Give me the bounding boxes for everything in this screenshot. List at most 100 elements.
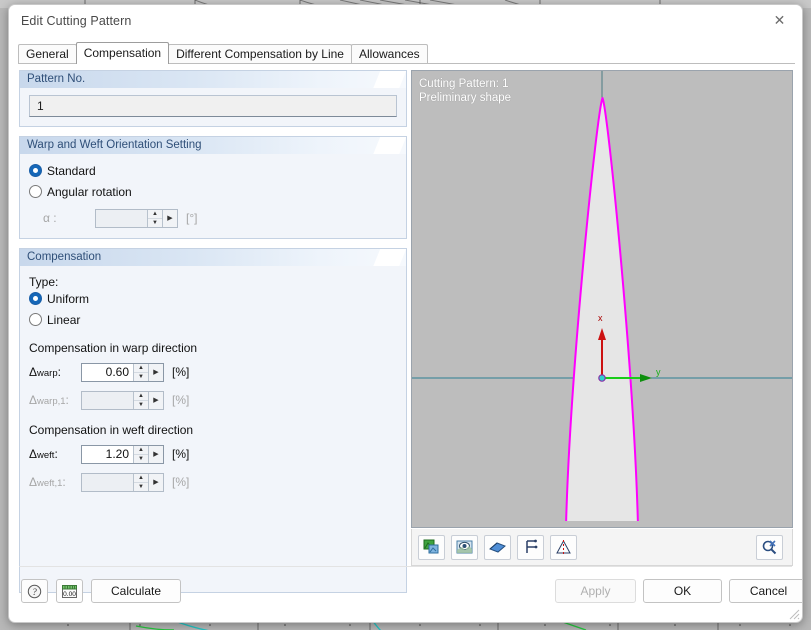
warp-secondary-label-sub: warp,1 [37,396,66,407]
warp-secondary-value[interactable] [82,392,133,409]
alpha-row: α : ▲ ▼ ▶ [°] [43,207,397,229]
warp-primary-spinner-arrows[interactable]: ▲ ▼ [133,363,148,381]
radio-angular-rotation-indicator [29,185,42,198]
warp-secondary-spinner-up-icon[interactable]: ▲ [134,392,148,401]
warp-secondary-spinner-down-icon[interactable]: ▼ [134,401,148,409]
weft-secondary-more-icon[interactable]: ▶ [148,473,163,491]
weft-secondary-label-main: Δ [29,475,38,489]
group-compensation-title: Compensation [27,251,102,263]
weft-primary-value[interactable]: 1.20 [82,446,133,463]
apply-button[interactable]: Apply [555,579,636,603]
group-compensation: Compensation Type: Uniform Linear Compen… [19,248,407,593]
radio-linear[interactable]: Linear [29,310,397,329]
warp-secondary-row: Δwarp,1 : ▲ ▼ ▶ [%] [29,389,397,411]
alpha-unit: [°] [186,211,198,225]
alpha-spinner[interactable]: ▲ ▼ ▶ [95,208,178,228]
radio-angular-rotation-label: Angular rotation [47,184,132,199]
viewport-caption-line2: Preliminary shape [419,92,512,104]
alpha-spinner-up-icon[interactable]: ▲ [148,210,162,219]
alpha-more-icon[interactable]: ▶ [162,209,177,227]
radio-standard-indicator [29,164,42,177]
tab-different-compensation-by-line[interactable]: Different Compensation by Line [168,44,352,64]
pattern-no-field[interactable]: 1 [29,95,397,117]
weft-secondary-spinner-up-icon[interactable]: ▲ [134,474,148,483]
warp-primary-value[interactable]: 0.60 [82,364,133,381]
warp-primary-unit: [%] [172,365,190,379]
render-mode-icon[interactable] [418,534,445,560]
weft-secondary-label: Δweft,1 : [29,475,81,489]
weft-secondary-row: Δweft,1 : ▲ ▼ ▶ [%] [29,471,397,493]
zoom-reset-icon[interactable] [756,534,783,560]
svg-text:y: y [656,367,661,377]
window-title: Edit Cutting Pattern [21,14,132,28]
weft-primary-label-main: Δ [29,447,38,461]
warp-primary-spinner-down-icon[interactable]: ▼ [134,373,148,381]
edit-cutting-pattern-dialog: Edit Cutting Pattern ✕ General Compensat… [8,4,803,623]
weft-secondary-spinner[interactable]: ▲ ▼ ▶ [81,472,164,492]
units-button[interactable]: 0.00 [56,579,83,603]
warp-secondary-label-main: Δ [29,393,38,407]
warp-primary-label-colon: : [57,365,61,379]
tab-strip: General Compensation Different Compensat… [18,42,428,64]
alpha-spinner-down-icon[interactable]: ▼ [148,219,162,227]
axes-icon[interactable] [517,534,544,560]
ok-button[interactable]: OK [643,579,722,603]
weft-primary-spinner-up-icon[interactable]: ▲ [134,446,148,455]
help-button[interactable]: ? [21,579,48,603]
weft-primary-more-icon[interactable]: ▶ [148,445,163,463]
weft-primary-label-sub: weft [37,450,55,461]
weft-primary-spinner-arrows[interactable]: ▲ ▼ [133,445,148,463]
group-orientation: Warp and Weft Orientation Setting Standa… [19,136,407,239]
calculate-button[interactable]: Calculate [91,579,181,603]
group-compensation-body: Type: Uniform Linear Compensation in war… [20,266,406,502]
warp-secondary-label-colon: : [65,393,69,407]
warp-primary-row: Δwarp : 0.60 ▲ ▼ ▶ [%] [29,361,397,383]
alpha-spinner-arrows[interactable]: ▲ ▼ [147,209,162,227]
pattern-graphic: x y [412,71,792,521]
warp-section-label: Compensation in warp direction [29,341,198,355]
weft-secondary-label-colon: : [62,475,66,489]
radio-uniform[interactable]: Uniform [29,289,397,308]
weft-primary-spinner-down-icon[interactable]: ▼ [134,455,148,463]
group-compensation-header: Compensation [20,249,406,266]
type-label: Type: [29,275,59,289]
title-bar: Edit Cutting Pattern ✕ [9,5,802,37]
warp-primary-label: Δwarp : [29,365,81,379]
radio-linear-label: Linear [47,312,81,327]
resize-grip-icon[interactable] [786,606,800,620]
weft-primary-label-colon: : [54,447,58,461]
weft-secondary-spinner-down-icon[interactable]: ▼ [134,483,148,491]
weft-primary-row: Δweft : 1.20 ▲ ▼ ▶ [%] [29,443,397,465]
group-pattern-no-title: Pattern No. [27,73,86,85]
close-icon[interactable]: ✕ [757,5,802,36]
weft-secondary-value[interactable] [82,474,133,491]
view-preview-icon[interactable] [451,534,478,560]
warp-secondary-spinner[interactable]: ▲ ▼ ▶ [81,390,164,410]
cancel-button[interactable]: Cancel [729,579,802,603]
warp-secondary-spinner-arrows[interactable]: ▲ ▼ [133,391,148,409]
weft-section-label: Compensation in weft direction [29,423,194,437]
warp-secondary-label: Δwarp,1 : [29,393,81,407]
weft-secondary-spinner-arrows[interactable]: ▲ ▼ [133,473,148,491]
tab-general[interactable]: General [18,44,77,64]
surface-icon[interactable] [484,534,511,560]
tab-compensation[interactable]: Compensation [75,42,170,64]
warp-primary-label-main: Δ [29,365,38,379]
alpha-value[interactable] [96,210,147,227]
radio-uniform-label: Uniform [47,291,90,306]
group-pattern-no-header: Pattern No. [20,71,406,88]
warp-secondary-more-icon[interactable]: ▶ [148,391,163,409]
radio-standard[interactable]: Standard [29,161,397,180]
mirror-icon[interactable] [550,534,577,560]
viewport-toolbar [411,529,793,566]
warp-primary-more-icon[interactable]: ▶ [148,363,163,381]
preview-pane: x y Cutting Pattern: 1 Preliminary shape [411,70,793,566]
warp-primary-spinner-up-icon[interactable]: ▲ [134,364,148,373]
radio-angular-rotation[interactable]: Angular rotation [29,182,397,201]
weft-primary-spinner[interactable]: 1.20 ▲ ▼ ▶ [81,444,164,464]
tab-allowances[interactable]: Allowances [350,44,428,64]
weft-primary-label: Δweft : [29,447,81,461]
cutting-pattern-viewport[interactable]: x y Cutting Pattern: 1 Preliminary shape [411,70,793,528]
warp-primary-spinner[interactable]: 0.60 ▲ ▼ ▶ [81,362,164,382]
warp-primary-label-sub: warp [37,368,58,379]
